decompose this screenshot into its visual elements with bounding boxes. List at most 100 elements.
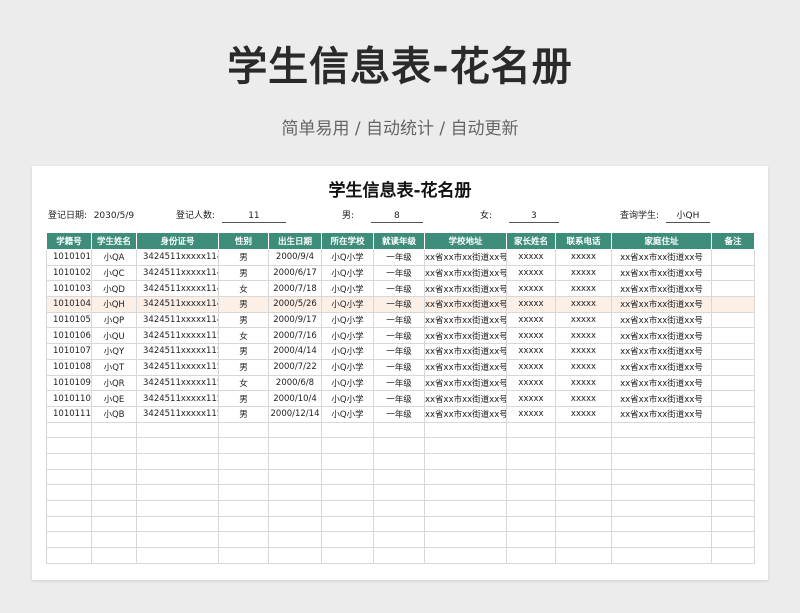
empty-table-row[interactable] — [46, 468, 755, 486]
table-cell[interactable] — [46, 421, 92, 439]
table-row[interactable]: 1010109小QR3424511xxxxx1153女2000/6/8小Q小学一… — [46, 374, 755, 392]
table-cell[interactable] — [268, 484, 322, 501]
table-cell[interactable] — [46, 468, 92, 486]
table-cell[interactable] — [506, 515, 556, 533]
table-cell[interactable] — [136, 484, 219, 501]
table-cell[interactable]: xx省xx市xx街道xx号 — [611, 296, 712, 313]
table-cell[interactable]: 男 — [218, 296, 269, 313]
table-cell[interactable]: xxxxx — [506, 405, 556, 423]
table-cell[interactable]: 1010102 — [46, 264, 92, 282]
table-cell[interactable]: xx省xx市xx街道xx号 — [424, 296, 507, 313]
table-cell[interactable]: 女 — [218, 327, 269, 345]
table-cell[interactable] — [506, 421, 556, 439]
table-cell[interactable] — [711, 296, 755, 313]
table-cell[interactable] — [555, 547, 612, 564]
table-cell[interactable] — [373, 468, 425, 486]
column-header[interactable]: 身份证号 — [136, 232, 219, 250]
table-cell[interactable]: xx省xx市xx街道xx号 — [611, 374, 712, 392]
table-cell[interactable]: 3424511xxxxx1154 — [136, 390, 219, 407]
table-cell[interactable] — [711, 515, 755, 533]
table-cell[interactable]: 一年级 — [373, 343, 425, 360]
table-cell[interactable] — [555, 452, 612, 470]
table-cell[interactable] — [136, 515, 219, 533]
table-cell[interactable]: xx省xx市xx街道xx号 — [424, 358, 507, 376]
table-cell[interactable]: 一年级 — [373, 327, 425, 345]
table-cell[interactable]: xxxxx — [506, 249, 556, 266]
table-cell[interactable] — [711, 405, 755, 423]
table-cell[interactable] — [711, 327, 755, 345]
table-cell[interactable] — [268, 468, 322, 486]
table-cell[interactable] — [91, 452, 137, 470]
table-cell[interactable]: 一年级 — [373, 311, 425, 329]
table-cell[interactable]: 一年级 — [373, 296, 425, 313]
table-cell[interactable] — [321, 452, 374, 470]
table-cell[interactable]: xxxxx — [555, 280, 612, 298]
table-cell[interactable] — [373, 452, 425, 470]
table-cell[interactable]: xxxxx — [555, 264, 612, 282]
table-cell[interactable] — [91, 515, 137, 533]
table-cell[interactable] — [506, 468, 556, 486]
table-cell[interactable]: xx省xx市xx街道xx号 — [424, 264, 507, 282]
table-cell[interactable] — [46, 515, 92, 533]
table-cell[interactable]: xx省xx市xx街道xx号 — [611, 405, 712, 423]
table-cell[interactable]: xx省xx市xx街道xx号 — [611, 264, 712, 282]
table-cell[interactable]: xxxxx — [555, 374, 612, 392]
table-cell[interactable]: xxxxx — [555, 311, 612, 329]
table-cell[interactable]: 1010106 — [46, 327, 92, 345]
table-cell[interactable] — [136, 421, 219, 439]
table-cell[interactable]: 1010111 — [46, 405, 92, 423]
table-cell[interactable] — [711, 421, 755, 439]
table-cell[interactable]: 1010107 — [46, 343, 92, 360]
table-cell[interactable] — [506, 500, 556, 517]
column-header[interactable]: 家长姓名 — [506, 232, 556, 250]
table-cell[interactable] — [611, 484, 712, 501]
table-cell[interactable] — [424, 452, 507, 470]
table-cell[interactable] — [373, 437, 425, 454]
table-row[interactable]: 1010111小QB3424511xxxxx1155男2000/12/14小Q小… — [46, 405, 755, 423]
table-cell[interactable]: 2000/10/4 — [268, 390, 322, 407]
table-cell[interactable] — [555, 500, 612, 517]
table-cell[interactable] — [611, 421, 712, 439]
table-cell[interactable]: 小QD — [91, 280, 137, 298]
table-cell[interactable]: 3424511xxxxx1145 — [136, 249, 219, 266]
table-cell[interactable]: 小Q小学 — [321, 249, 374, 266]
table-cell[interactable] — [711, 390, 755, 407]
table-cell[interactable]: xx省xx市xx街道xx号 — [424, 374, 507, 392]
table-cell[interactable] — [711, 264, 755, 282]
table-cell[interactable] — [136, 500, 219, 517]
table-cell[interactable] — [136, 437, 219, 454]
count-value[interactable]: 11 — [221, 211, 286, 223]
table-cell[interactable]: 1010101 — [46, 249, 92, 266]
table-cell[interactable] — [46, 500, 92, 517]
table-cell[interactable] — [268, 547, 322, 564]
table-cell[interactable] — [555, 484, 612, 501]
table-cell[interactable]: 小QE — [91, 390, 137, 407]
table-cell[interactable]: 3424511xxxxx1149 — [136, 311, 219, 329]
table-cell[interactable]: 男 — [218, 405, 269, 423]
table-cell[interactable]: 3424511xxxxx1150 — [136, 327, 219, 345]
table-cell[interactable]: xxxxx — [555, 327, 612, 345]
table-cell[interactable] — [711, 343, 755, 360]
table-cell[interactable]: 3424511xxxxx1146 — [136, 264, 219, 282]
table-cell[interactable] — [46, 437, 92, 454]
table-cell[interactable]: 小Q小学 — [321, 327, 374, 345]
table-cell[interactable]: 小QB — [91, 405, 137, 423]
table-cell[interactable]: 小QA — [91, 249, 137, 266]
table-cell[interactable] — [218, 547, 269, 564]
table-row[interactable]: 1010104小QH3424511xxxxx1148男2000/5/26小Q小学… — [46, 296, 755, 313]
table-cell[interactable]: 小Q小学 — [321, 405, 374, 423]
table-row[interactable]: 1010110小QE3424511xxxxx1154男2000/10/4小Q小学… — [46, 390, 755, 407]
table-cell[interactable] — [711, 500, 755, 517]
table-cell[interactable]: xx省xx市xx街道xx号 — [424, 405, 507, 423]
empty-table-row[interactable] — [46, 437, 755, 454]
table-cell[interactable] — [91, 500, 137, 517]
table-cell[interactable]: 小Q小学 — [321, 264, 374, 282]
table-cell[interactable]: 一年级 — [373, 374, 425, 392]
table-cell[interactable]: xx省xx市xx街道xx号 — [611, 311, 712, 329]
table-cell[interactable]: 3424511xxxxx1152 — [136, 358, 219, 376]
column-header[interactable]: 性别 — [218, 232, 269, 250]
table-row[interactable]: 1010103小QD3424511xxxxx1147女2000/7/18小Q小学… — [46, 280, 755, 298]
table-cell[interactable]: 1010108 — [46, 358, 92, 376]
column-header[interactable]: 联系电话 — [555, 232, 612, 250]
table-cell[interactable] — [611, 468, 712, 486]
